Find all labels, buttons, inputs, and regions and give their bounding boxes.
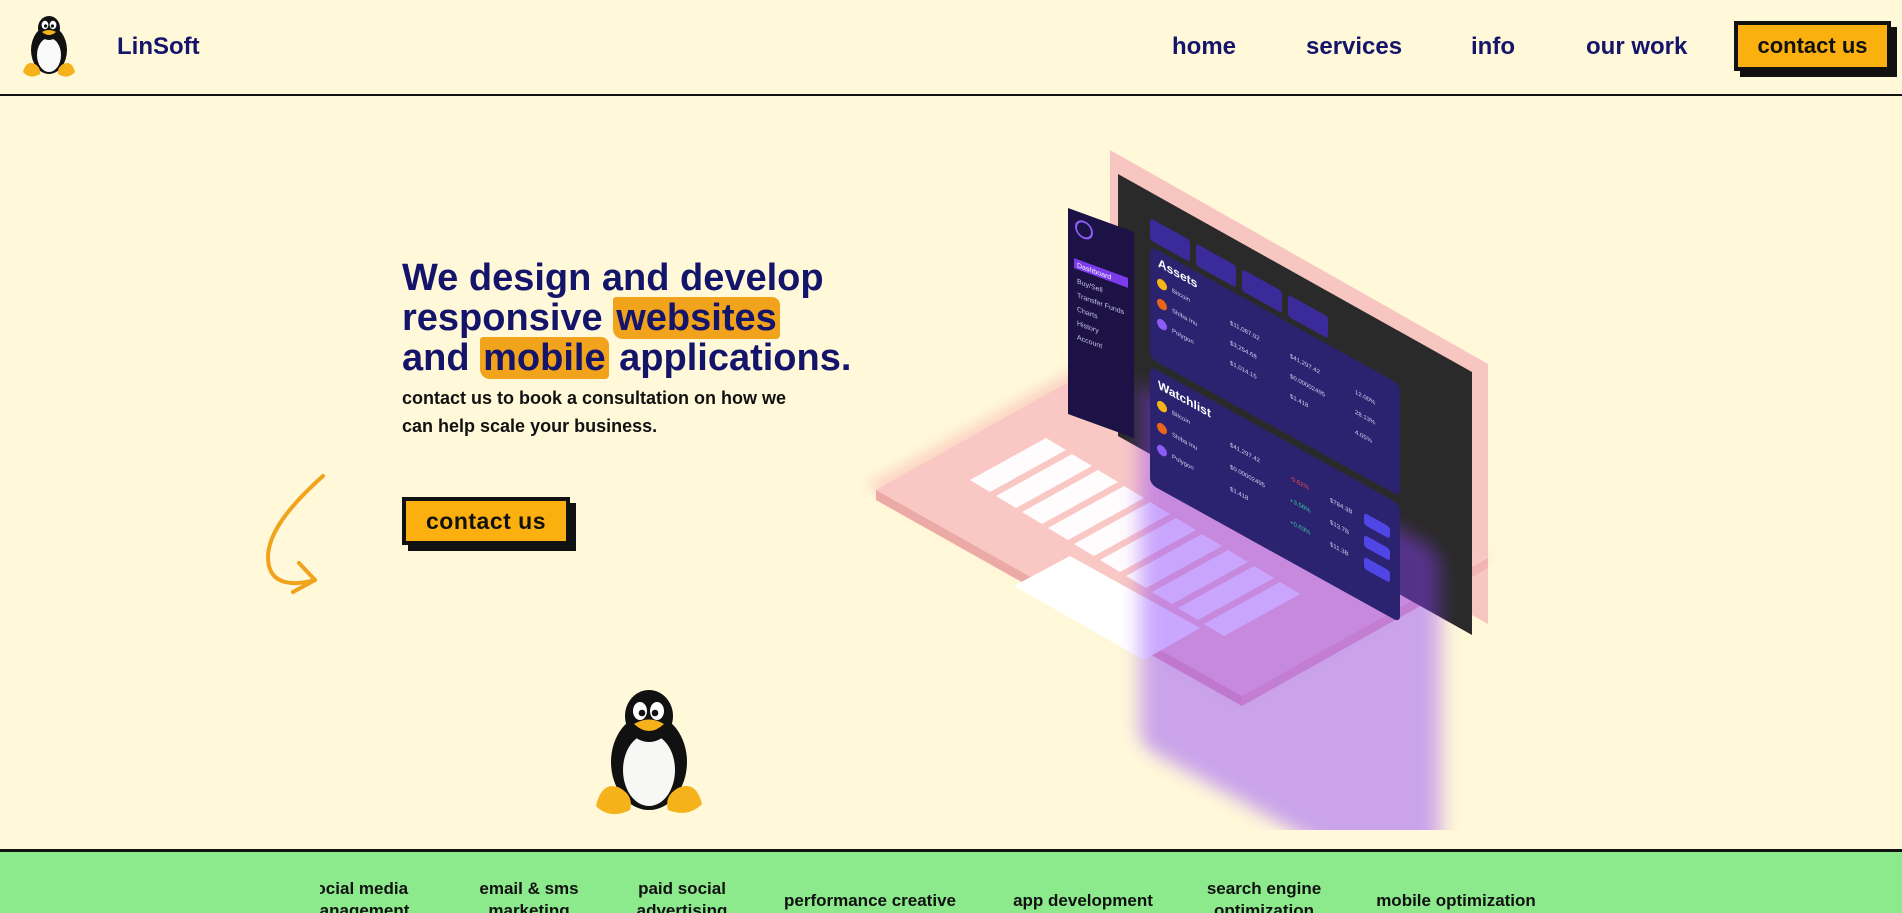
brand-name[interactable]: LinSoft [117, 33, 200, 61]
highlight-websites: websites [613, 297, 780, 339]
hero-title: We design and develop responsive website… [402, 257, 862, 379]
laptop-illustration: Dashboard Buy/Sell Transfer Funds Charts… [866, 150, 1490, 830]
nav-info[interactable]: info [1471, 33, 1515, 61]
nav-home[interactable]: home [1172, 33, 1236, 61]
service-item: app development [1013, 891, 1153, 910]
hero-title-line2-text: responsive [402, 297, 614, 339]
service-item: mobile optimization [1376, 891, 1536, 910]
service-item: email & sms marketing [479, 879, 579, 913]
hero-contact-button[interactable]: contact us [402, 497, 570, 545]
highlight-mobile: mobile [480, 337, 609, 379]
tux-penguin-logo-icon[interactable] [20, 12, 78, 80]
tux-penguin-mascot-icon [596, 690, 702, 815]
service-item: search engine optimization [1206, 879, 1322, 913]
header-contact-button[interactable]: contact us [1734, 21, 1891, 71]
nav-services[interactable]: services [1306, 33, 1402, 61]
hero-title-line3-text: and [402, 337, 481, 379]
hero-title-line3-end: applications. [608, 337, 852, 379]
service-item: paid social advertising [636, 879, 728, 913]
curved-arrow-icon [266, 474, 325, 594]
site-header: LinSoft home services info our work cont… [0, 0, 1902, 96]
service-item: performance creative [784, 891, 956, 910]
service-item: social media management [320, 879, 410, 913]
nav-our-work[interactable]: our work [1586, 33, 1687, 61]
hero-title-line1: We design and develop [402, 257, 824, 299]
hero-subtitle: contact us to book a consultation on how… [402, 388, 787, 436]
services-marquee: social media management email & sms mark… [0, 849, 1902, 913]
